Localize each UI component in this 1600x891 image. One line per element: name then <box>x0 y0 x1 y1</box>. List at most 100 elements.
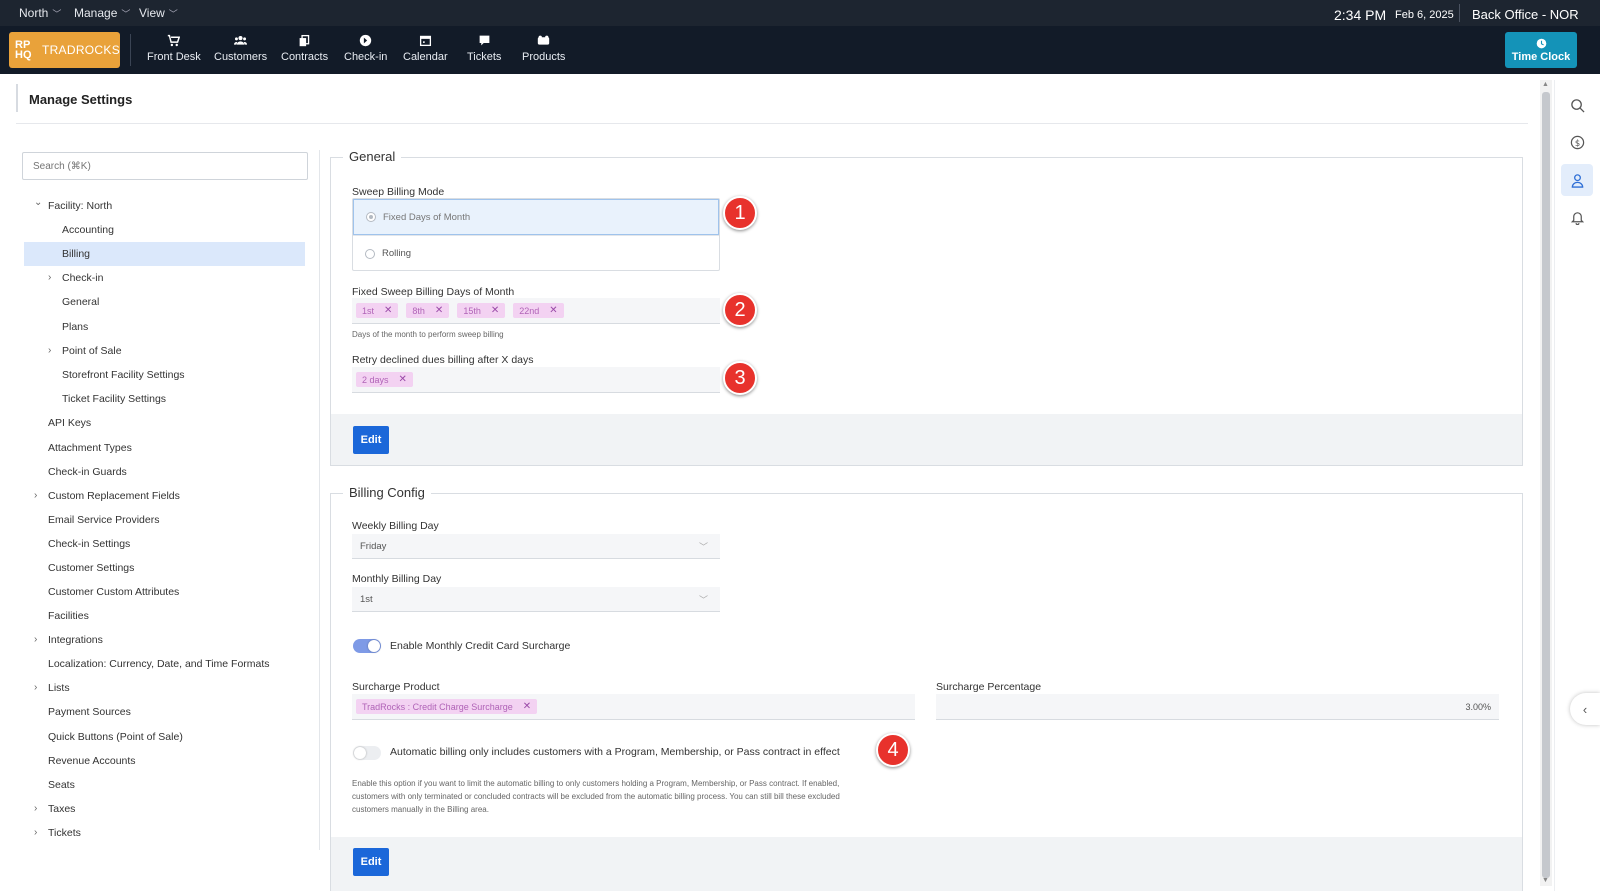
tree-item[interactable]: Attachment Types <box>48 437 132 459</box>
remove-icon[interactable]: ✕ <box>384 305 392 316</box>
menu-view[interactable]: View ﹀ <box>139 6 178 20</box>
remove-icon[interactable]: ✕ <box>399 374 407 385</box>
nav-check-in[interactable]: Check-in <box>344 34 387 63</box>
search-icon[interactable] <box>1561 89 1593 121</box>
auto-billing-help-line: customers manually in the Billing area. <box>352 805 489 814</box>
billing-config-edit-button[interactable]: Edit <box>353 848 389 876</box>
tree-item[interactable]: › Point of Sale <box>48 340 122 362</box>
chevron-down-icon: ﹀ <box>168 8 178 19</box>
tree-item-label: Email Service Providers <box>48 514 160 526</box>
radio-rolling[interactable]: Rolling <box>353 235 719 271</box>
tree-item-label: Revenue Accounts <box>48 755 136 767</box>
retry-days-input[interactable]: 2 days ✕ <box>352 367 720 393</box>
tree-item[interactable]: › Integrations <box>34 629 103 651</box>
tree-item[interactable]: Quick Buttons (Point of Sale) <box>48 726 183 748</box>
chevron-right-icon[interactable]: › <box>34 822 37 844</box>
surcharge-percentage-label: Surcharge Percentage <box>936 681 1042 693</box>
weekly-billing-select[interactable]: Friday ﹀ <box>352 534 720 559</box>
tree-item[interactable]: Seats <box>48 774 75 796</box>
surcharge-product-label: Surcharge Product <box>352 681 440 693</box>
logo[interactable]: RP HQ TRADROCKS <box>9 32 120 68</box>
user-icon[interactable] <box>1561 164 1593 196</box>
tree-item[interactable]: Revenue Accounts <box>48 750 136 772</box>
chevron-down-icon[interactable]: ⌄ <box>34 192 42 214</box>
settings-search-input[interactable] <box>22 152 308 180</box>
nav-calendar[interactable]: Calendar <box>403 34 448 63</box>
sweep-mode-label: Sweep Billing Mode <box>352 186 445 198</box>
chevron-left-icon[interactable]: ‹ <box>1570 693 1600 725</box>
tree-item[interactable]: Accounting <box>62 219 114 241</box>
scroll-down-icon[interactable]: ▼ <box>1542 877 1549 884</box>
tree-item[interactable]: Facilities <box>48 605 89 627</box>
tree-item[interactable]: Email Service Providers <box>48 509 159 531</box>
clock-time: 2:34 PM <box>1334 7 1387 23</box>
monthly-billing-label: Monthly Billing Day <box>352 573 442 585</box>
radio-fixed-days[interactable]: Fixed Days of Month <box>353 199 719 235</box>
scrollbar-thumb[interactable] <box>1542 92 1550 878</box>
tree-item[interactable]: › Lists <box>34 677 70 699</box>
bell-icon[interactable] <box>1561 201 1593 233</box>
chevron-right-icon[interactable]: › <box>34 677 37 699</box>
tree-item[interactable]: Localization: Currency, Date, and Time F… <box>48 653 270 675</box>
tree-item[interactable]: › Tickets <box>34 822 81 844</box>
scroll-up-icon[interactable]: ▲ <box>1542 81 1549 88</box>
toggle-knob <box>354 747 366 759</box>
cart-icon <box>168 34 181 47</box>
tree-item-label: General <box>62 296 100 308</box>
monthly-billing-select[interactable]: 1st ﹀ <box>352 587 720 612</box>
tree-item-label: Quick Buttons (Point of Sale) <box>48 731 183 743</box>
time-clock-button[interactable]: Time Clock <box>1505 32 1577 68</box>
users-icon <box>234 36 248 45</box>
general-edit-button[interactable]: Edit <box>353 426 389 454</box>
dollar-icon[interactable]: $ <box>1561 126 1593 158</box>
remove-icon[interactable]: ✕ <box>523 701 531 712</box>
nav-front-desk[interactable]: Front Desk <box>147 34 201 63</box>
tree-item[interactable]: API Keys <box>48 412 91 434</box>
fixed-days-input[interactable]: 1st ✕ 8th ✕ 15th ✕ 22nd ✕ <box>352 298 720 324</box>
tree-item[interactable]: Check-in Settings <box>48 533 130 555</box>
chevron-right-icon[interactable]: › <box>34 629 37 651</box>
nav-products[interactable]: Products <box>522 34 565 63</box>
tree-item[interactable]: Plans <box>62 316 88 338</box>
tree-item[interactable]: General <box>62 291 99 313</box>
nav-contracts[interactable]: Contracts <box>281 34 328 63</box>
remove-icon[interactable]: ✕ <box>491 305 499 316</box>
surcharge-toggle[interactable] <box>353 639 381 653</box>
toggle-knob <box>368 640 380 652</box>
surcharge-product-input[interactable]: TradRocks : Credit Charge Surcharge ✕ <box>352 694 915 720</box>
tree-item[interactable]: › Check-in <box>48 267 103 289</box>
chevron-right-icon[interactable]: › <box>48 267 51 289</box>
tree-item[interactable]: Ticket Facility Settings <box>62 388 166 410</box>
clock-date: Feb 6, 2025 <box>1395 9 1454 21</box>
menu-manage[interactable]: Manage ﹀ <box>74 6 130 20</box>
tree-item-label: Plans <box>62 321 89 333</box>
tree-item-label: Customer Custom Attributes <box>48 586 180 598</box>
chevron-right-icon[interactable]: › <box>34 798 37 820</box>
tree-item-label: Payment Sources <box>48 706 131 718</box>
tree-item[interactable]: Storefront Facility Settings <box>62 364 185 386</box>
tree-item[interactable]: Payment Sources <box>48 701 131 723</box>
surcharge-percentage-input[interactable]: 3.00% <box>936 694 1499 720</box>
tree-item[interactable]: Customer Settings <box>48 557 134 579</box>
menu-north[interactable]: North ﹀ <box>19 6 61 20</box>
logo-text: TRADROCKS <box>41 43 120 57</box>
tree-item[interactable]: Billing <box>62 243 90 265</box>
chevron-right-icon[interactable]: › <box>48 340 51 362</box>
chevron-right-icon[interactable]: › <box>34 485 37 507</box>
checkin-icon <box>360 34 372 47</box>
tree-item[interactable]: › Taxes <box>34 798 75 820</box>
retry-label: Retry declined dues billing after X days <box>352 354 534 366</box>
tree-item[interactable]: › Custom Replacement Fields <box>34 485 180 507</box>
remove-icon[interactable]: ✕ <box>549 305 557 316</box>
nav-customers[interactable]: Customers <box>214 34 267 63</box>
tree-item[interactable]: Check-in Guards <box>48 461 127 483</box>
nav-tickets[interactable]: Tickets <box>467 34 501 63</box>
tree-item[interactable]: Customer Custom Attributes <box>48 581 179 603</box>
tree-item[interactable]: ⌄ Facility: North <box>34 195 112 217</box>
divider <box>130 34 131 66</box>
main-nav: RP HQ TRADROCKS Front Desk Customers Con… <box>0 26 1600 74</box>
office-selector[interactable]: Back Office - NOR <box>1472 7 1579 22</box>
remove-icon[interactable]: ✕ <box>435 305 443 316</box>
chevron-down-icon: ﹀ <box>52 8 62 19</box>
auto-billing-toggle[interactable] <box>353 746 381 760</box>
